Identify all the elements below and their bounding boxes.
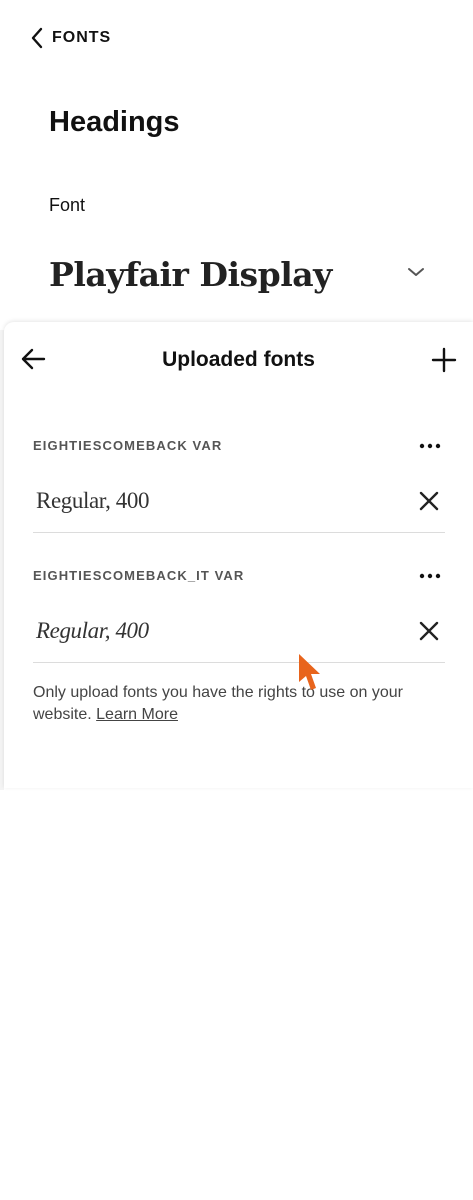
chevron-down-icon	[407, 265, 429, 283]
chevron-left-icon	[30, 27, 44, 49]
learn-more-link[interactable]: Learn More	[96, 706, 178, 723]
remove-variant-button[interactable]	[416, 490, 442, 516]
uploaded-fonts-panel: Uploaded fonts EIGHTIESCOMEBACK VAR Regu…	[4, 322, 473, 788]
font-family-name: EIGHTIESCOMEBACK_IT VAR	[33, 568, 245, 583]
upload-rights-notice: Only upload fonts you have the rights to…	[33, 682, 453, 726]
remove-variant-button[interactable]	[416, 620, 442, 646]
font-field-label: Font	[49, 195, 86, 215]
font-select-value: Playfair Display	[49, 254, 332, 294]
close-icon	[419, 491, 439, 516]
font-variant-label: Regular, 400	[36, 488, 150, 513]
notice-text: Only upload fonts you have the rights to…	[33, 684, 404, 723]
plus-icon	[431, 347, 457, 378]
family-options-button[interactable]	[415, 432, 445, 458]
font-select[interactable]: Playfair Display	[49, 248, 429, 300]
font-variant-label: Regular, 400	[36, 618, 149, 643]
breadcrumb-label: FONTS	[52, 29, 112, 46]
breadcrumb-back-fonts[interactable]: FONTS	[30, 26, 111, 50]
family-options-button[interactable]	[415, 562, 445, 588]
headings-panel: FONTS Headings Font Playfair Display	[0, 0, 473, 330]
mouse-pointer-icon	[297, 652, 323, 694]
more-horizontal-icon	[419, 436, 441, 454]
font-variant-row[interactable]: Regular, 400	[33, 608, 445, 663]
more-horizontal-icon	[419, 566, 441, 584]
add-font-button[interactable]	[428, 346, 460, 378]
font-variant-row[interactable]: Regular, 400	[33, 478, 445, 533]
page-title: Headings	[49, 106, 180, 138]
uploaded-fonts-header: Uploaded fonts	[4, 322, 473, 398]
close-icon	[419, 621, 439, 646]
uploaded-fonts-title: Uploaded fonts	[162, 348, 315, 371]
font-family-name: EIGHTIESCOMEBACK VAR	[33, 438, 223, 453]
